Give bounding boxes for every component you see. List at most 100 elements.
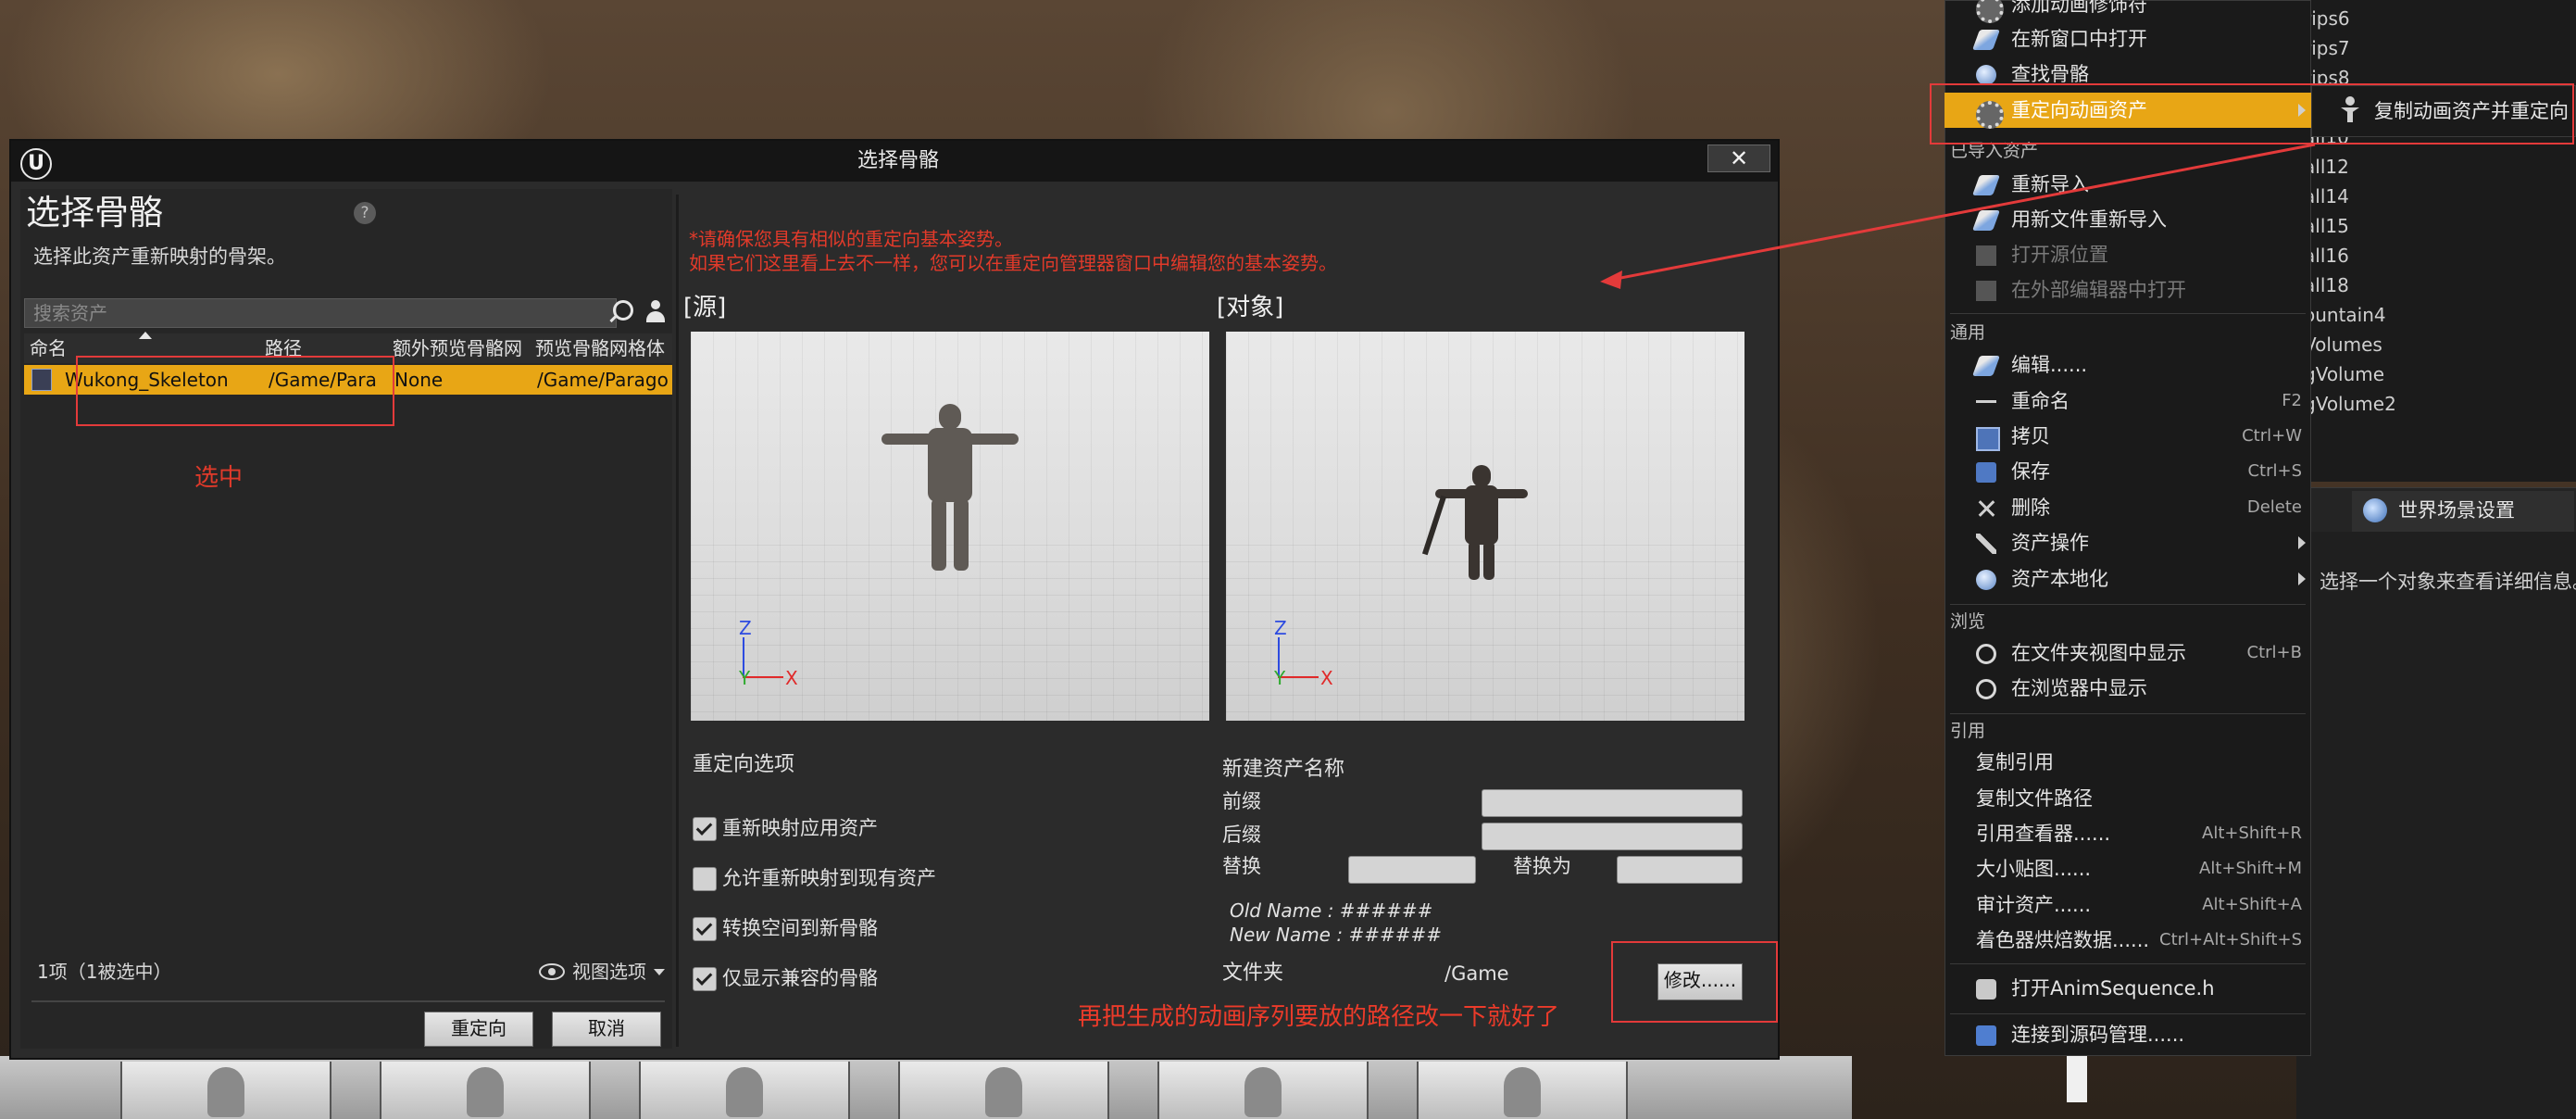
replace-with-field[interactable] [1617, 856, 1743, 884]
pose-warning-line-2: 如果它们这里看上去不一样，您可以在重定向管理器窗口中编辑您的基本姿势。 [689, 252, 1337, 274]
axis-z-label: Z [1274, 617, 1287, 639]
eye-icon [548, 968, 556, 975]
allow-remap-existing-checkbox[interactable] [693, 867, 717, 891]
source-figure-arms [882, 434, 1019, 445]
shortcut-label: Ctrl+Alt+Shift+S [2159, 930, 2302, 949]
menu-item-label: 大小贴图...... [1976, 858, 2092, 880]
suffix-field[interactable] [1482, 823, 1743, 850]
target-skeleton-viewport[interactable]: Z X Y [1226, 332, 1744, 721]
target-viewport-label: [对象] [1217, 294, 1284, 321]
menu-item-edit[interactable]: 编辑...... [1945, 347, 2311, 383]
source-control-icon [1976, 1025, 1996, 1046]
asset-thumbnail[interactable] [639, 1062, 850, 1119]
source-skeleton-viewport[interactable]: Z X Y [691, 332, 1209, 721]
show-compatible-label: 仅显示兼容的骨骼 [722, 967, 878, 989]
pose-warning-line-1: *请确保您具有相似的重定向基本姿势。 [689, 228, 1013, 250]
asset-thumbnail[interactable] [898, 1062, 1109, 1119]
menu-item-duplicate[interactable]: 拷贝 Ctrl+W [1945, 419, 2311, 454]
unreal-logo-icon: U [28, 152, 44, 175]
menu-item-size-map[interactable]: 大小贴图...... Alt+Shift+M [1945, 851, 2311, 886]
asset-thumbnail[interactable] [120, 1062, 331, 1119]
menu-item-show-in-browser[interactable]: 在浏览器中显示 [1945, 671, 2311, 706]
shortcut-label: Alt+Shift+A [2202, 895, 2302, 914]
menu-item-label: 打开源位置 [2011, 244, 2108, 266]
menu-item-connect-source-control[interactable]: 连接到源码管理...... [1945, 1017, 2311, 1052]
close-icon[interactable]: ✕ [1707, 145, 1770, 172]
menu-item-label: 资产操作 [2011, 532, 2089, 554]
cancel-button[interactable]: 取消 [552, 1012, 661, 1047]
section-browse: 浏览 [1950, 611, 1986, 632]
column-header-preview-mesh[interactable]: 预览骨骼网格体 [535, 333, 672, 363]
skeleton-asset-icon [31, 369, 52, 391]
retarget-options-title: 重定向选项 [693, 753, 795, 776]
details-hint: 选择一个对象来查看详细信息。 [2320, 571, 2576, 593]
replace-label: 替换 [1222, 855, 1261, 877]
menu-item-asset-actions[interactable]: 资产操作 [1945, 525, 2311, 560]
outliner-row[interactable]: gVolume2 [2304, 389, 2396, 419]
annotation-selected-note: 选中 [194, 464, 244, 492]
asset-thumbnail[interactable] [1157, 1062, 1369, 1119]
search-input[interactable] [24, 298, 617, 328]
menu-item-label: 复制文件路径 [1976, 787, 2093, 810]
shortcut-label: Delete [2246, 497, 2302, 517]
details-panel [2296, 532, 2576, 1119]
submenu-arrow-icon [2298, 572, 2306, 585]
shortcut-label: Ctrl+S [2247, 461, 2302, 481]
source-figure-head [939, 404, 961, 430]
annotation-path-note: 再把生成的动画序列要放的路径改一下就好了 [1078, 1003, 1560, 1031]
outliner-row[interactable]: gVolume [2304, 359, 2384, 389]
menu-item-label: 引用查看器...... [1976, 823, 2111, 845]
shortcut-label: Ctrl+W [2242, 426, 2302, 446]
axis-y-label: Y [739, 667, 751, 689]
menu-item-asset-localization[interactable]: 资产本地化 [1945, 561, 2311, 597]
menu-item-delete[interactable]: 删除 Delete [1945, 490, 2311, 525]
menu-item-open-new-window[interactable]: 在新窗口中打开 [1945, 21, 2311, 57]
retarget-button[interactable]: 重定向 [424, 1012, 533, 1047]
cell-extra-preview: None [394, 369, 444, 391]
menu-separator [1950, 604, 2306, 605]
copy-icon [1976, 427, 2000, 451]
menu-item-copy-file-path[interactable]: 复制文件路径 [1945, 781, 2311, 816]
view-options-button[interactable]: 视图选项 [572, 958, 646, 986]
sort-ascending-icon [139, 332, 152, 339]
replace-field[interactable] [1348, 856, 1476, 884]
menu-item-show-in-folder-view[interactable]: 在文件夹视图中显示 Ctrl+B [1945, 635, 2311, 671]
menu-item-open-source-location[interactable]: 打开源位置 [1945, 237, 2311, 272]
outliner-row[interactable]: ountain4 [2304, 300, 2386, 330]
menu-item-reimport[interactable]: 重新导入 [1945, 167, 2311, 202]
window-icon [1971, 30, 2001, 50]
help-icon[interactable]: ? [354, 202, 376, 224]
prefix-label: 前缀 [1222, 790, 1261, 812]
menu-item-save[interactable]: 保存 Ctrl+S [1945, 454, 2311, 489]
allow-remap-existing-label: 允许重新映射到现有资产 [722, 867, 936, 889]
remap-assets-checkbox[interactable] [693, 817, 717, 841]
prefix-field[interactable] [1482, 789, 1743, 817]
panel-splitter[interactable] [676, 195, 679, 1047]
convert-space-checkbox[interactable] [693, 917, 717, 941]
target-figure-head [1472, 465, 1491, 487]
item-count-status: 1项（1被选中） [37, 961, 172, 983]
submenu-arrow-icon [2298, 536, 2306, 549]
user-filter-icon[interactable] [644, 300, 667, 324]
target-figure-leg [1469, 541, 1480, 580]
find-browser-icon [1976, 679, 1996, 699]
axis-z-label: Z [739, 617, 752, 639]
menu-item-reference-viewer[interactable]: 引用查看器...... Alt+Shift+R [1945, 816, 2311, 851]
menu-separator [1950, 1013, 2306, 1014]
menu-item-reimport-new-file[interactable]: 用新文件重新导入 [1945, 202, 2311, 237]
menu-item-copy-reference[interactable]: 复制引用 [1945, 745, 2311, 780]
menu-item-open-external-editor[interactable]: 在外部编辑器中打开 [1945, 272, 2311, 308]
outliner-row[interactable]: Volumes [2304, 330, 2382, 359]
menu-item-audit-assets[interactable]: 审计资产...... Alt+Shift+A [1945, 887, 2311, 923]
column-header-extra-preview[interactable]: 额外预览骨骼网 [393, 333, 531, 363]
asset-thumbnail[interactable] [1417, 1062, 1628, 1119]
world-outliner-list: rips6 rips7 rips8 all10 all12 all14 all1… [2296, 0, 2576, 482]
show-compatible-checkbox[interactable] [693, 967, 717, 991]
menu-item-rename[interactable]: 重命名 F2 [1945, 383, 2311, 419]
menu-item-shader-cook-data[interactable]: 着色器烘焙数据...... Ctrl+Alt+Shift+S [1945, 923, 2311, 958]
new-name-preview: New Name : ###### [1230, 924, 1442, 946]
menu-item-open-header[interactable]: 打开AnimSequence.h [1945, 971, 2311, 1006]
menu-item-add-anim-modifier[interactable]: 添加动画修饰符 [1945, 0, 2311, 23]
menu-item-label: 在浏览器中显示 [2011, 677, 2147, 699]
asset-thumbnail[interactable] [380, 1062, 591, 1119]
